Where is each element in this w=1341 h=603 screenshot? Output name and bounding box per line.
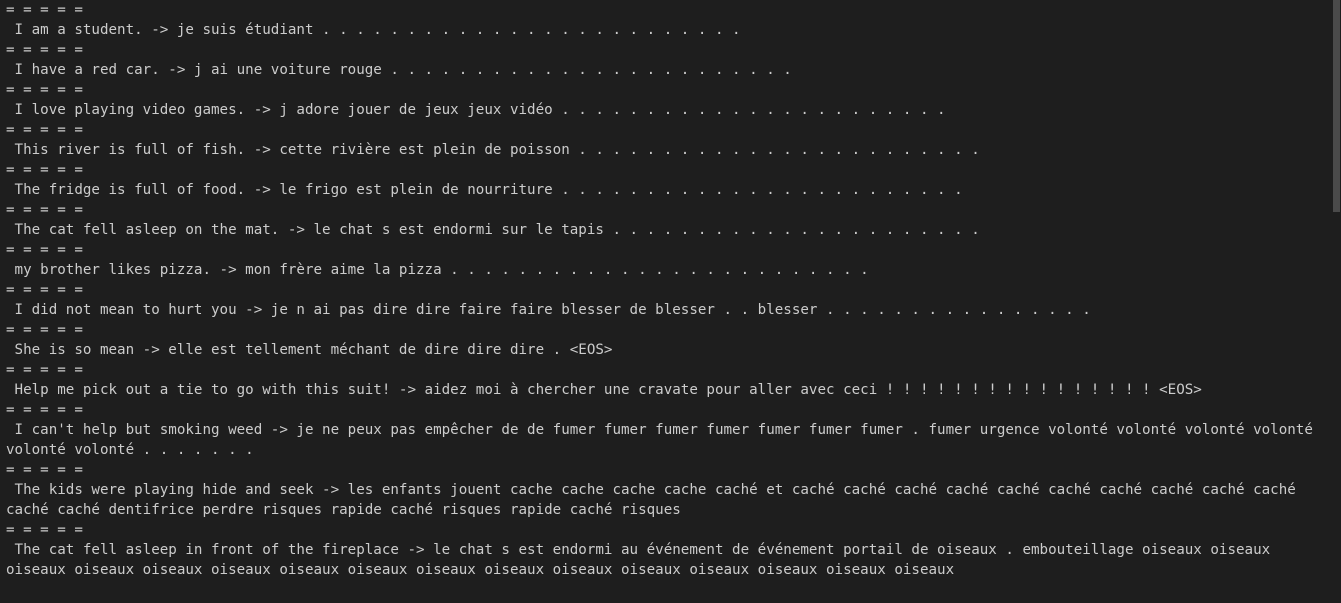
translation-line: I did not mean to hurt you -> je n ai pa… bbox=[6, 302, 1091, 318]
translation-line: my brother likes pizza. -> mon frère aim… bbox=[6, 262, 869, 278]
translation-line: She is so mean -> elle est tellement méc… bbox=[6, 342, 613, 358]
separator-line: = = = = = bbox=[6, 42, 83, 58]
translation-line: I love playing video games. -> j adore j… bbox=[6, 102, 946, 118]
separator-line: = = = = = bbox=[6, 462, 83, 478]
separator-line: = = = = = bbox=[6, 2, 83, 18]
separator-line: = = = = = bbox=[6, 122, 83, 138]
separator-line: = = = = = bbox=[6, 242, 83, 258]
separator-line: = = = = = bbox=[6, 82, 83, 98]
separator-line: = = = = = bbox=[6, 402, 83, 418]
terminal-output: = = = = = I am a student. -> je suis étu… bbox=[0, 0, 1332, 603]
translation-line: The kids were playing hide and seek -> l… bbox=[6, 482, 1305, 518]
translation-line: The fridge is full of food. -> le frigo … bbox=[6, 182, 963, 198]
separator-line: = = = = = bbox=[6, 162, 83, 178]
separator-line: = = = = = bbox=[6, 322, 83, 338]
translation-line: This river is full of fish. -> cette riv… bbox=[6, 142, 980, 158]
translation-line: The cat fell asleep on the mat. -> le ch… bbox=[6, 222, 980, 238]
separator-line: = = = = = bbox=[6, 202, 83, 218]
translation-line: I am a student. -> je suis étudiant . . … bbox=[6, 22, 741, 38]
prompt-line bbox=[6, 580, 1332, 600]
translation-line: The cat fell asleep in front of the fire… bbox=[6, 542, 1279, 578]
separator-line: = = = = = bbox=[6, 282, 83, 298]
scrollbar-thumb[interactable] bbox=[1333, 0, 1340, 212]
separator-line: = = = = = bbox=[6, 362, 83, 378]
separator-line: = = = = = bbox=[6, 522, 83, 538]
translation-line: I can't help but smoking weed -> je ne p… bbox=[6, 422, 1322, 458]
translation-line: Help me pick out a tie to go with this s… bbox=[6, 382, 1202, 398]
translation-line: I have a red car. -> j ai une voiture ro… bbox=[6, 62, 792, 78]
vertical-scrollbar[interactable] bbox=[1332, 0, 1341, 603]
